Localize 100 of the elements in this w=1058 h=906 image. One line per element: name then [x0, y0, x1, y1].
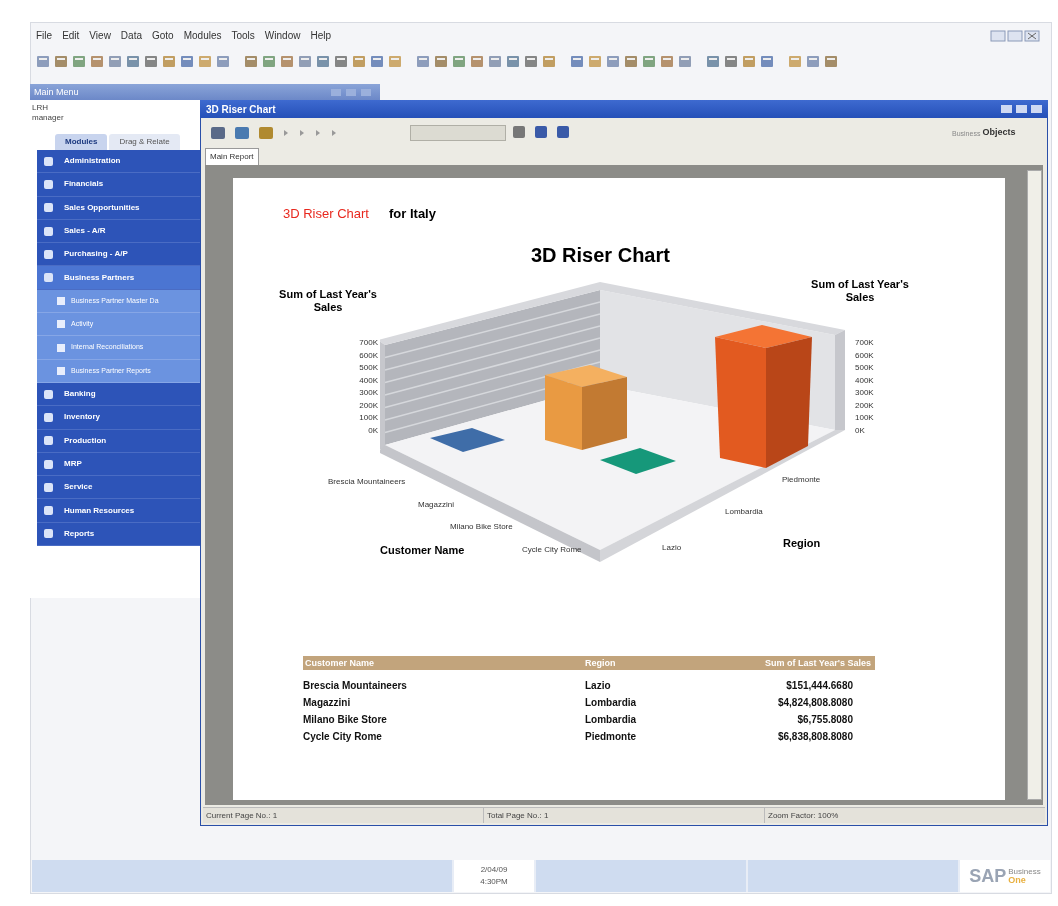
toolbar-icon[interactable]: [262, 54, 276, 68]
toolbar-icon[interactable]: [234, 126, 250, 140]
menu-item[interactable]: File: [36, 28, 53, 43]
axis-tick-label: 500K: [358, 363, 378, 373]
toolbar-icon[interactable]: [570, 54, 584, 68]
table-cell-text: $4,824,808.8080: [776, 696, 854, 710]
toolbar-icon[interactable]: [316, 54, 330, 68]
toolbar-icon[interactable]: [706, 54, 720, 68]
toolbar-icon[interactable]: [144, 54, 158, 68]
module-icon: [43, 202, 54, 214]
axis-tick-label: 100K: [358, 413, 378, 423]
toolbar-icon[interactable]: [556, 125, 570, 139]
toolbar-icon[interactable]: [542, 54, 556, 68]
sidebar-tab[interactable]: Modules: [55, 134, 108, 150]
table-cell-text: Brescia Mountaineers: [303, 679, 408, 693]
menu-item[interactable]: Help: [310, 28, 331, 43]
toolbar-icon[interactable]: [452, 54, 466, 68]
toolbar-icon[interactable]: [660, 54, 674, 68]
category-label: Milano Bike Store: [450, 521, 513, 533]
toolbar-icon[interactable]: [470, 54, 484, 68]
category-label: Cycle City Rome: [522, 544, 582, 556]
document-icon: [57, 296, 65, 305]
column-header: Region: [585, 657, 617, 670]
axis-tick-label: 400K: [358, 375, 378, 386]
menu-item[interactable]: Goto: [152, 28, 174, 43]
toolbar-icon[interactable]: [824, 54, 838, 68]
toolbar-icon[interactable]: [334, 54, 348, 68]
report-heading: for Italy: [389, 205, 436, 223]
category-label: Piedmonte: [782, 474, 821, 486]
toolbar-icon[interactable]: [506, 54, 520, 68]
toolbar-icon[interactable]: [488, 54, 502, 68]
toolbar-icon[interactable]: [416, 54, 430, 68]
toolbar-icon[interactable]: [806, 54, 820, 68]
axis-title: Region: [783, 536, 821, 551]
toolbar-icon[interactable]: [126, 54, 140, 68]
toolbar-icon[interactable]: [108, 54, 122, 68]
page-number-field[interactable]: [410, 125, 506, 141]
toolbar-icon[interactable]: [512, 125, 526, 139]
toolbar-icon[interactable]: [352, 54, 366, 68]
axis-tick-label: 0K: [855, 425, 865, 436]
toolbar-icon[interactable]: [36, 54, 50, 68]
scrollbar[interactable]: [1027, 170, 1042, 800]
column-header: Customer Name: [304, 657, 376, 670]
module-item[interactable]: Business Partners: [37, 266, 203, 290]
table-cell-text: $151,444.6680: [785, 679, 854, 693]
axis-tick-label: 300K: [855, 388, 874, 398]
window-controls-icon[interactable]: [1000, 104, 1044, 114]
toolbar-icon[interactable]: [742, 54, 756, 68]
axis-tick-label: 200K: [855, 400, 874, 411]
table-cell-text: Lombardia: [585, 713, 638, 727]
toolbar-icon[interactable]: [370, 54, 384, 68]
window-title: 3D Riser Chart: [206, 103, 276, 117]
toolbar-icon[interactable]: [244, 54, 258, 68]
toolbar-icon[interactable]: [162, 54, 176, 68]
toolbar-icon[interactable]: [258, 126, 274, 140]
toolbar-icon[interactable]: [642, 54, 656, 68]
logo-text: One: [1008, 875, 1027, 885]
menu-item[interactable]: Modules: [183, 28, 222, 43]
menu-item[interactable]: Edit: [62, 28, 80, 43]
menu-item[interactable]: Window: [264, 28, 301, 43]
toolbar-icon[interactable]: [90, 54, 104, 68]
table-cell-text: Lazio: [585, 679, 612, 693]
module-icon: [43, 528, 54, 540]
toolbar-icon[interactable]: [534, 125, 548, 139]
table-cell-text: $6,755.8080: [796, 713, 854, 727]
table-cell-text: Piedmonte: [585, 730, 638, 744]
module-icon: [43, 178, 54, 190]
toolbar-icon[interactable]: [298, 54, 312, 68]
axis-tick-label: 700K: [358, 338, 378, 348]
toolbar-icon[interactable]: [760, 54, 774, 68]
axis-tick-label: 700K: [855, 338, 874, 348]
toolbar-icon[interactable]: [210, 126, 226, 140]
window-title: Main Menu: [34, 86, 79, 99]
toolbar-icon[interactable]: [280, 54, 294, 68]
toolbar-icon[interactable]: [678, 54, 692, 68]
menu-item[interactable]: View: [89, 28, 111, 43]
toolbar-icon[interactable]: [624, 54, 638, 68]
axis-tick-label: 600K: [358, 350, 378, 361]
logo-text: Business: [1008, 867, 1041, 876]
menu-item[interactable]: Tools: [231, 28, 255, 43]
toolbar-icon[interactable]: [72, 54, 86, 68]
status-text: Total Page No.: 1: [483, 808, 764, 823]
report-tab[interactable]: Main Report: [205, 148, 259, 165]
window-controls-icon[interactable]: [990, 30, 1042, 42]
toolbar-icon[interactable]: [216, 54, 230, 68]
company-name: LRH: [32, 102, 48, 114]
sidebar-tab[interactable]: Drag & Relate: [109, 134, 180, 150]
toolbar-icon[interactable]: [524, 54, 538, 68]
table-cell-text: Milano Bike Store: [303, 713, 388, 727]
toolbar-icon[interactable]: [606, 54, 620, 68]
table-cell-text: Lombardia: [585, 696, 638, 710]
menu-item[interactable]: Data: [120, 28, 142, 43]
brand-text: Objects: [982, 126, 1016, 139]
table-cell-text: Cycle City Rome: [303, 730, 383, 744]
toolbar-icon[interactable]: [724, 54, 738, 68]
toolbar-icon[interactable]: [54, 54, 68, 68]
axis-tick-label: 400K: [855, 375, 874, 386]
toolbar-icon[interactable]: [180, 54, 194, 68]
table-cell-text: $6,838,808.8080: [776, 730, 854, 744]
toolbar-icon[interactable]: [434, 54, 448, 68]
